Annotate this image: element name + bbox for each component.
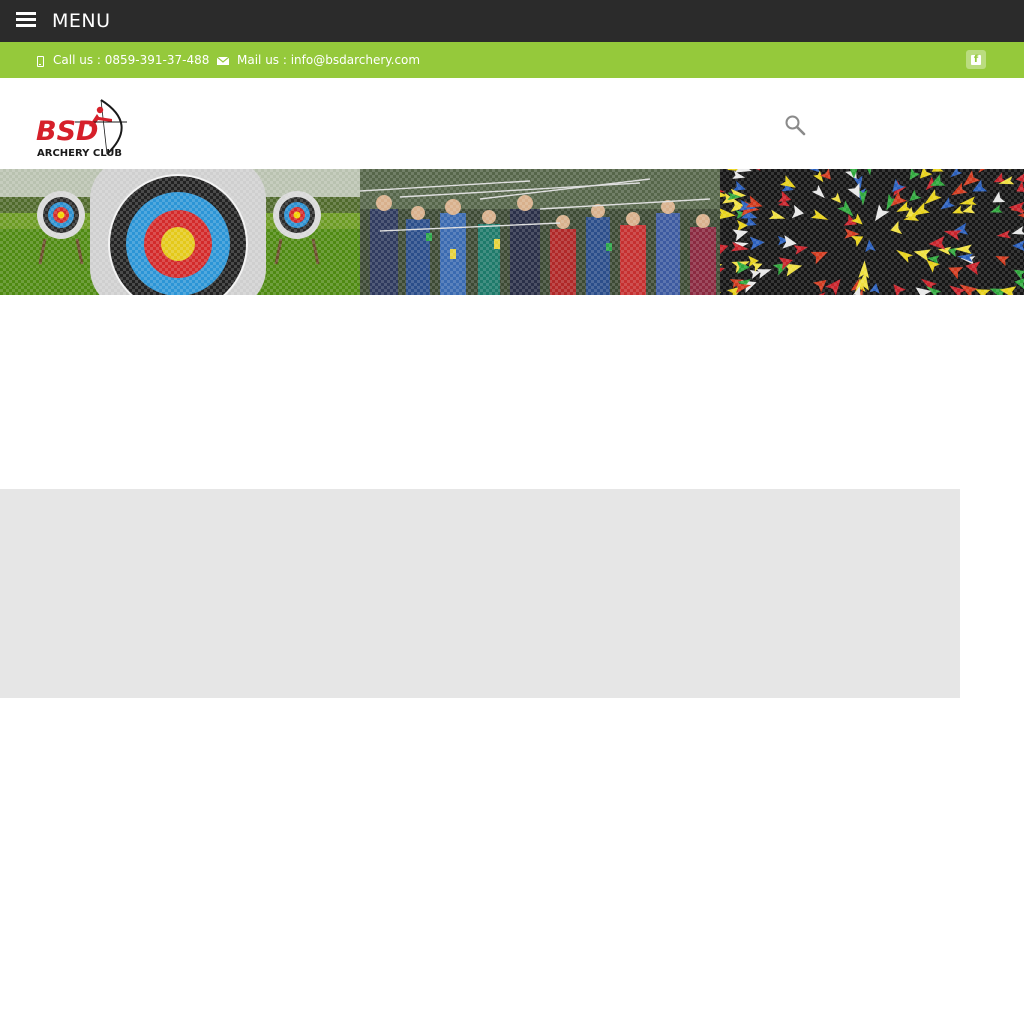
phone-link[interactable]: Call us : 0859-391-37-488 — [37, 52, 209, 68]
facebook-icon: f — [971, 54, 981, 65]
search-icon[interactable] — [784, 114, 806, 136]
hamburger-menu-icon[interactable] — [16, 12, 36, 28]
mobile-phone-icon — [37, 55, 44, 67]
archers-shooting-image — [360, 169, 720, 295]
content-placeholder-panel — [0, 489, 960, 698]
archery-targets-image — [0, 169, 360, 295]
facebook-button[interactable]: f — [966, 50, 986, 69]
bsd-archery-club-logo[interactable]: BSD ARCHERY CLUB — [35, 96, 130, 160]
contact-bar: Call us : 0859-391-37-488 Mail us : info… — [0, 42, 1024, 78]
banner-arrow-fletchings[interactable] — [720, 169, 1024, 295]
envelope-icon — [217, 57, 229, 65]
mail-link[interactable]: Mail us : info@bsdarchery.com — [217, 52, 420, 68]
banner-archers-shooting-line[interactable] — [360, 169, 720, 295]
menu-label[interactable]: MENU — [52, 9, 111, 33]
phone-text: Call us : 0859-391-37-488 — [53, 53, 210, 67]
facebook-icon-letter: f — [973, 54, 979, 65]
top-menu-bar: MENU — [0, 0, 1024, 42]
banner-archery-targets[interactable] — [0, 169, 360, 295]
site-header — [0, 78, 1024, 169]
logo-tagline-text: ARCHERY CLUB — [37, 148, 122, 159]
mail-text: Mail us : info@bsdarchery.com — [237, 53, 421, 67]
logo-brand-text: BSD — [36, 116, 98, 147]
arrow-fletchings-image — [720, 169, 1024, 295]
